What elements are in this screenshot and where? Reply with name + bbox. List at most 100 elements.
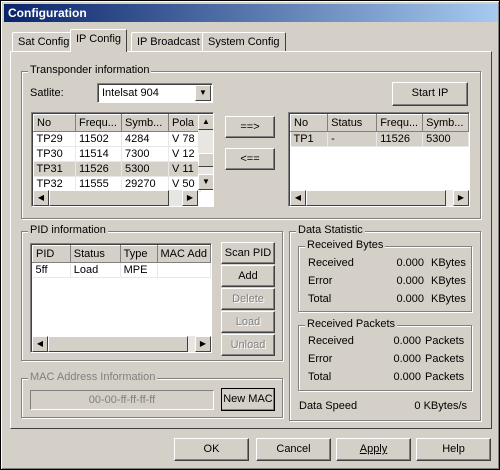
col-symbol[interactable]: Symb... [121, 114, 169, 132]
col-polarity[interactable]: Pola [168, 114, 201, 132]
packets-total-unit: Packets [425, 371, 465, 383]
col-mac[interactable]: MAC Add [156, 245, 211, 263]
remove-transponder-button[interactable]: <== [225, 148, 275, 170]
col-no[interactable]: No [33, 114, 76, 132]
cell: 7300 [121, 146, 169, 162]
cell: V 11 [168, 161, 201, 177]
delete-pid-button[interactable]: Delete [221, 288, 275, 310]
cell: 4284 [121, 131, 169, 147]
cell [157, 262, 211, 278]
scroll-down-icon[interactable]: ▼ [198, 174, 213, 190]
cell: 5ff [32, 262, 71, 278]
start-ip-button[interactable]: Start IP [392, 82, 468, 106]
scroll-right-icon[interactable]: ▶ [182, 190, 198, 206]
table-row[interactable]: TP31 11526 5300 V 11 [33, 161, 201, 177]
help-button[interactable]: Help [416, 438, 491, 461]
col-status[interactable]: Status [69, 245, 121, 263]
mac-legend: MAC Address Information [28, 371, 158, 383]
add-pid-button[interactable]: Add [221, 265, 275, 287]
packets-total-label: Total [308, 371, 332, 383]
transponder-selected-list[interactable]: No Status Frequ... Symb... TP1 - 11526 5… [288, 112, 470, 207]
cell: 11526 [376, 131, 424, 147]
cell: TP1 [290, 131, 329, 147]
packets-error-label: Error [308, 353, 333, 365]
bytes-total-label: Total [308, 293, 332, 305]
cell: 11514 [75, 146, 122, 162]
add-transponder-button[interactable]: ==> [225, 116, 275, 138]
packets-error-value: 0.000 [393, 353, 421, 365]
scroll-up-icon[interactable]: ▲ [198, 114, 213, 130]
packets-received-label: Received [308, 335, 354, 347]
col-symbol[interactable]: Symb... [422, 114, 469, 132]
transponder-available-list[interactable]: No Frequ... Symb... Pola TP29 11502 4284… [31, 112, 214, 207]
table-header: PID Status Type MAC Add [32, 245, 211, 263]
table-row[interactable]: TP29 11502 4284 V 78 [33, 131, 201, 147]
col-pid[interactable]: PID [32, 245, 71, 263]
scroll-left-icon[interactable]: ◀ [33, 190, 49, 206]
data-speed-label: Data Speed [299, 400, 358, 412]
col-type[interactable]: Type [119, 245, 158, 263]
scroll-left-icon[interactable]: ◀ [32, 336, 48, 352]
packets-received-unit: Packets [425, 335, 465, 347]
cancel-button[interactable]: Cancel [256, 438, 331, 461]
available-table: No Frequ... Symb... Pola TP29 11502 4284… [33, 114, 201, 192]
packets-received-value: 0.000 [393, 335, 421, 347]
window-title: Configuration [4, 4, 498, 22]
bytes-error-value: 0.000 [396, 275, 424, 287]
table-header: No Status Frequ... Symb... [289, 114, 469, 132]
scroll-thumb[interactable] [49, 190, 169, 206]
cell: MPE [120, 262, 158, 278]
scroll-thumb[interactable] [198, 153, 213, 167]
tab-ip-broadcast[interactable]: IP Broadcast [131, 32, 206, 52]
col-frequency[interactable]: Frequ... [376, 114, 424, 132]
cell: Load [70, 262, 121, 278]
unload-pid-button[interactable]: Unload [221, 334, 275, 356]
cell: TP30 [33, 146, 76, 162]
cell: - [327, 131, 378, 147]
apply-button[interactable]: Apply [336, 438, 411, 461]
bytes-received-value: 0.000 [396, 257, 424, 269]
tab-ip-config[interactable]: IP Config [70, 29, 128, 52]
ok-button[interactable]: OK [174, 438, 249, 461]
col-frequency[interactable]: Frequ... [75, 114, 122, 132]
cell: TP31 [33, 161, 76, 177]
satellite-value: Intelsat 904 [102, 87, 159, 99]
table-row[interactable]: TP30 11514 7300 V 12 [33, 146, 201, 162]
pid-list[interactable]: PID Status Type MAC Add 5ff Load MPE ◀ ▶ [30, 243, 212, 353]
scroll-thumb[interactable] [48, 336, 188, 352]
data-statistic-legend: Data Statistic [296, 224, 365, 236]
cell: 5300 [422, 131, 469, 147]
scroll-right-icon[interactable]: ▶ [195, 336, 211, 352]
scan-pid-button[interactable]: Scan PID [221, 242, 275, 264]
cell: 5300 [121, 161, 169, 177]
cell: TP29 [33, 131, 76, 147]
bytes-error-unit: KBytes [431, 275, 466, 287]
table-row[interactable]: TP1 - 11526 5300 [290, 131, 469, 147]
packets-total-value: 0.000 [393, 371, 421, 383]
col-no[interactable]: No [289, 114, 329, 132]
load-pid-button[interactable]: Load [221, 311, 275, 333]
tab-sat-config[interactable]: Sat Config [12, 32, 76, 52]
bytes-received-label: Received [308, 257, 354, 269]
pid-table: PID Status Type MAC Add 5ff Load MPE [32, 245, 211, 278]
selected-table: No Status Frequ... Symb... TP1 - 11526 5… [289, 114, 469, 147]
cell: V 78 [168, 131, 201, 147]
cell: 11502 [75, 131, 122, 147]
mac-address-field[interactable]: 00-00-ff-ff-ff-ff [30, 390, 214, 410]
satellite-select[interactable]: Intelsat 904 ▼ [97, 83, 213, 103]
scroll-right-icon[interactable]: ▶ [453, 190, 469, 206]
scroll-left-icon[interactable]: ◀ [290, 190, 306, 206]
pid-legend: PID information [28, 224, 108, 236]
new-mac-button[interactable]: New MAC [221, 388, 275, 411]
col-status[interactable]: Status [327, 114, 378, 132]
packets-error-unit: Packets [425, 353, 465, 365]
tab-system-config[interactable]: System Config [202, 32, 286, 52]
bytes-total-value: 0.000 [396, 293, 424, 305]
data-speed-value: 0 KBytes/s [414, 400, 467, 412]
scroll-thumb[interactable] [306, 190, 446, 206]
satellite-label: Satlite: [30, 87, 64, 99]
transponder-legend: Transponder information [28, 64, 152, 76]
chevron-down-icon[interactable]: ▼ [195, 85, 211, 101]
bytes-total-unit: KBytes [431, 293, 466, 305]
table-row[interactable]: 5ff Load MPE [32, 262, 211, 278]
